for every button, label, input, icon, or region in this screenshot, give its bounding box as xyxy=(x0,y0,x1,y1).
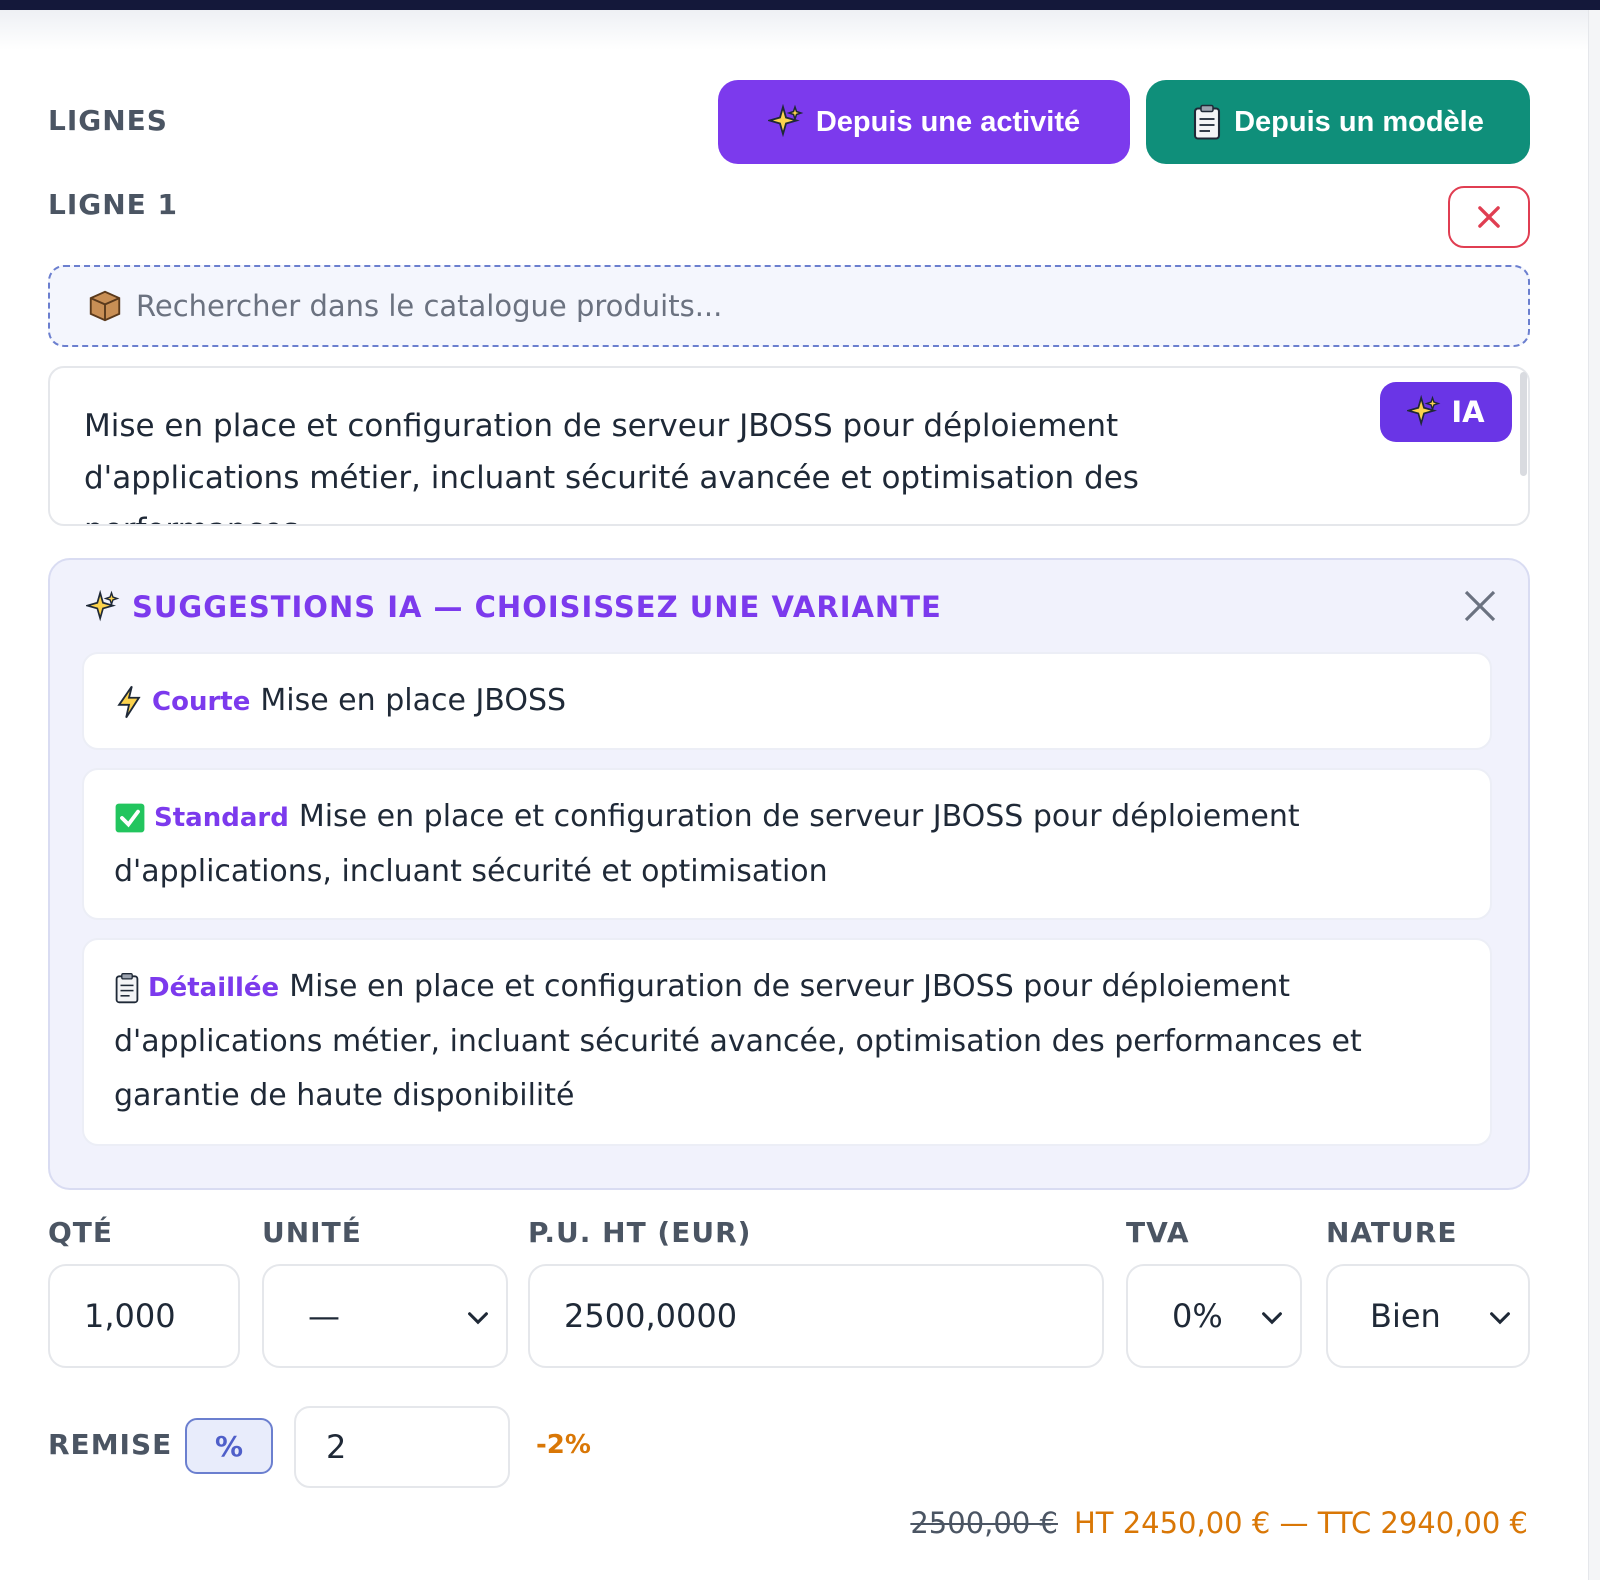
price-input[interactable]: 2500,0000 xyxy=(528,1264,1104,1368)
vat-label: TVA xyxy=(1126,1216,1190,1249)
suggestion-card-short[interactable]: Courte Mise en place JBOSS xyxy=(82,652,1492,750)
scroll-gutter xyxy=(1588,10,1600,1580)
price-label: P.U. HT (EUR) xyxy=(528,1216,752,1249)
unit-value: — xyxy=(308,1297,340,1335)
from-activity-button[interactable]: Depuis une activité xyxy=(718,80,1130,164)
catalog-search[interactable] xyxy=(48,265,1530,347)
variant-text-short: Mise en place JBOSS xyxy=(260,683,567,718)
discount-input[interactable]: 2 xyxy=(294,1406,510,1488)
variant-tag-detailed: Détaillée xyxy=(148,973,280,1003)
line-title: LIGNE 1 xyxy=(48,188,179,221)
description-scrollbar[interactable] xyxy=(1520,372,1527,476)
variant-tag-standard: Standard xyxy=(154,803,289,833)
variant-text-standard: Mise en place et configuration de serveu… xyxy=(114,799,1300,889)
top-bar xyxy=(0,0,1600,10)
description-textarea[interactable]: Mise en place et configuration de serveu… xyxy=(48,366,1530,526)
discount-delta: -2% xyxy=(536,1430,591,1460)
from-template-label: Depuis un modèle xyxy=(1234,105,1484,138)
qty-value: 1,000 xyxy=(84,1297,176,1335)
qty-input[interactable]: 1,000 xyxy=(48,1264,240,1368)
suggestion-card-detailed[interactable]: Détaillée Mise en place et configuration … xyxy=(82,938,1492,1146)
variant-text-detailed: Mise en place et configuration de serveu… xyxy=(114,969,1362,1113)
catalog-search-input[interactable] xyxy=(136,289,1436,323)
sparkles-icon xyxy=(1407,395,1441,427)
nature-select[interactable]: Bien xyxy=(1326,1264,1530,1368)
from-template-button[interactable]: Depuis un modèle xyxy=(1146,80,1530,164)
totals-summary: HT 2450,00 € — TTC 2940,00 € xyxy=(1073,1506,1528,1540)
from-activity-label: Depuis une activité xyxy=(815,105,1081,138)
sparkles-icon xyxy=(86,590,120,622)
vat-select[interactable]: 0% xyxy=(1126,1264,1302,1368)
discount-label: REMISE xyxy=(48,1428,173,1461)
check-box-icon xyxy=(115,803,145,832)
ia-button[interactable]: IA xyxy=(1380,382,1512,442)
close-icon xyxy=(1478,206,1500,228)
remove-line-button[interactable] xyxy=(1448,186,1530,248)
variant-tag-short: Courte xyxy=(152,687,251,717)
discount-type-toggle[interactable]: % xyxy=(185,1418,273,1474)
line-totals: 2500,00 € HT 2450,00 € — TTC 2940,00 € xyxy=(910,1506,1528,1540)
suggestions-title: SUGGESTIONS IA — CHOISISSEZ UNE VARIANTE xyxy=(132,590,942,624)
ia-label: IA xyxy=(1451,395,1485,429)
nature-value: Bien xyxy=(1370,1297,1441,1335)
suggestions-header: SUGGESTIONS IA — CHOISISSEZ UNE VARIANTE xyxy=(86,590,942,624)
top-shade xyxy=(0,10,1600,50)
close-suggestions-icon[interactable] xyxy=(1460,586,1500,626)
unit-label: UNITÉ xyxy=(262,1216,362,1249)
nature-label: NATURE xyxy=(1326,1216,1458,1249)
original-total: 2500,00 € xyxy=(910,1506,1058,1540)
discount-value: 2 xyxy=(326,1428,347,1466)
qty-label: QTÉ xyxy=(48,1216,114,1249)
chevron-down-icon xyxy=(468,1312,488,1325)
section-title: LIGNES xyxy=(48,104,168,137)
vat-value: 0% xyxy=(1172,1297,1223,1335)
description-text[interactable]: Mise en place et configuration de serveu… xyxy=(84,400,1234,524)
clipboard-icon xyxy=(1194,104,1221,140)
clipboard-icon xyxy=(115,972,139,1003)
unit-select[interactable]: — xyxy=(262,1264,508,1368)
suggestion-card-standard[interactable]: Standard Mise en place et configuration d… xyxy=(82,768,1492,920)
price-value: 2500,0000 xyxy=(564,1297,738,1335)
chevron-down-icon xyxy=(1262,1312,1282,1325)
lightning-icon xyxy=(117,685,141,718)
sparkles-icon xyxy=(767,104,804,138)
chevron-down-icon xyxy=(1490,1312,1510,1325)
package-icon xyxy=(89,290,121,322)
